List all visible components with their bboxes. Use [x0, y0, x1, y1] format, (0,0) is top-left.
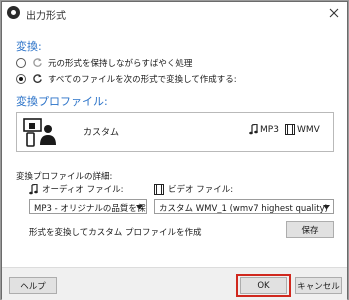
video-format: WMV	[285, 124, 320, 135]
profile-heading: 変換プロファイル:	[16, 95, 108, 108]
video-format-label: WMV	[297, 124, 320, 135]
audio-profile-select[interactable]: MP3 - オリジナルの品質を保持	[29, 199, 147, 214]
devices-icon	[23, 118, 56, 147]
close-icon	[329, 8, 339, 18]
video-profile-select[interactable]: カスタム WMV_1 (wmv7 highest quality)	[154, 199, 334, 214]
video-profile-value: カスタム WMV_1 (wmv7 highest quality)	[159, 204, 328, 214]
ok-button-highlight	[236, 274, 291, 297]
chevron-down-icon	[136, 205, 143, 210]
help-button[interactable]: ヘルプ	[9, 277, 57, 294]
audio-format-label: MP3	[260, 124, 279, 135]
audio-profile-value: MP3 - オリジナルの品質を保持	[34, 204, 147, 214]
conversion-heading: 変換:	[16, 40, 42, 53]
window-title: 出力形式	[26, 11, 66, 22]
refresh-icon	[33, 58, 42, 67]
film-icon	[154, 183, 164, 195]
music-note-icon	[29, 183, 38, 194]
profile-name: カスタム	[83, 128, 120, 138]
radio-label: すべてのファイルを次の形式で変換して作成する:	[48, 74, 237, 85]
app-icon	[7, 6, 20, 19]
radio-keep-original[interactable]: 元の形式を保持しながらすばやく処理	[16, 56, 192, 69]
audio-file-label-text: オーディオ ファイル:	[42, 185, 124, 195]
create-custom-profile-label: 形式を変換してカスタム プロファイルを作成	[29, 228, 202, 238]
video-file-label-text: ビデオ ファイル:	[168, 185, 234, 195]
radio-button[interactable]	[16, 73, 26, 84]
output-format-dialog: 出力形式 変換: 元の形式を保持しながらすばやく処理 すべてのファイルを次の形式…	[1, 1, 348, 300]
audio-file-label: オーディオ ファイル:	[29, 183, 123, 195]
radio-button[interactable]	[16, 57, 26, 68]
chevron-down-icon	[323, 205, 330, 210]
details-heading: 変換プロファイルの詳細:	[16, 172, 113, 182]
audio-format: MP3	[249, 124, 279, 135]
radio-convert-all[interactable]: すべてのファイルを次の形式で変換して作成する:	[16, 72, 237, 85]
film-icon	[285, 124, 295, 135]
video-file-label: ビデオ ファイル:	[154, 183, 233, 195]
radio-label: 元の形式を保持しながらすばやく処理	[48, 58, 193, 69]
title-bar: 出力形式	[2, 2, 347, 24]
refresh-icon	[33, 74, 42, 83]
close-button[interactable]	[325, 4, 343, 22]
save-button[interactable]: 保存	[286, 221, 334, 238]
music-note-icon	[249, 124, 258, 135]
profile-selector[interactable]: カスタム MP3 WMV	[16, 112, 334, 152]
cancel-button[interactable]: キャンセル	[295, 277, 342, 294]
